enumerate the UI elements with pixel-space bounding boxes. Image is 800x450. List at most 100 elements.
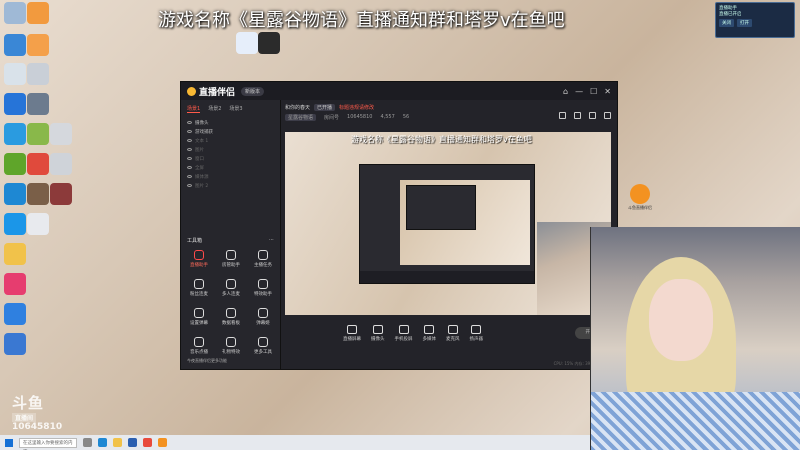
category-tag[interactable]: 星露谷物语 <box>285 114 317 121</box>
scene-tabs: 场景1 场景2 场景3 <box>181 100 280 118</box>
app-sidebar: 场景1 场景2 场景3 摄像头 游戏捕获 文本 1 图片 窗口 全屏 媒体源 图… <box>181 100 281 369</box>
stream-preview[interactable]: 游戏名称《星露谷物语》直播通知群和塔罗v在鱼吧 <box>285 132 611 315</box>
tool-item[interactable]: 更多工具 <box>247 337 279 362</box>
warning-text: 标题违规请修改 <box>339 105 375 111</box>
tab-scene-2[interactable]: 场景2 <box>208 105 221 113</box>
notification-close-button[interactable]: 关闭 <box>719 19 734 27</box>
app-icon[interactable] <box>143 438 152 447</box>
edge-icon[interactable] <box>4 183 26 205</box>
folder-icon[interactable] <box>4 243 26 265</box>
app-icon[interactable] <box>158 438 167 447</box>
douyu-assistant-icon[interactable] <box>630 184 650 204</box>
notification-open-button[interactable]: 打开 <box>737 19 752 27</box>
file-icon[interactable] <box>27 213 49 235</box>
media-button[interactable]: 多媒体 <box>423 324 436 342</box>
file-icon[interactable] <box>50 123 72 145</box>
tab-scene-1[interactable]: 场景1 <box>187 105 201 113</box>
more-icon[interactable]: ⋯ <box>269 237 274 244</box>
source-item[interactable]: 游戏捕获 <box>181 127 280 136</box>
version-badge[interactable]: 新版本 <box>241 86 265 96</box>
taskbar: 在这里输入你要搜索的内容 <box>0 435 590 450</box>
notification-toast[interactable]: 直播助手 直播已开启 关闭 打开 <box>715 2 795 38</box>
app-icon[interactable] <box>27 34 49 56</box>
eye-icon[interactable] <box>187 148 192 151</box>
source-item[interactable]: 媒体源 <box>181 172 280 181</box>
tool-icon <box>258 337 268 347</box>
phone-cast-button[interactable]: 手机投屏 <box>395 324 413 342</box>
file-icon[interactable] <box>27 183 49 205</box>
tool-item[interactable]: 粉丝连麦 <box>183 279 215 304</box>
source-item[interactable]: 文本 1 <box>181 136 280 145</box>
tool-item[interactable]: 设置弹幕 <box>183 308 215 333</box>
windows-start-icon[interactable] <box>5 438 13 447</box>
recycle-bin-icon[interactable] <box>4 2 26 24</box>
eye-icon[interactable] <box>187 139 192 142</box>
live-tag: 已开播 <box>314 104 336 111</box>
file-icon[interactable] <box>27 63 49 85</box>
maximize-button[interactable]: ☐ <box>590 87 597 96</box>
app-icon[interactable] <box>4 123 26 145</box>
app-icon[interactable] <box>4 303 26 325</box>
taskbar-search[interactable]: 在这里输入你要搜索的内容 <box>19 437 77 450</box>
eye-icon[interactable] <box>187 184 192 187</box>
home-icon[interactable]: ⌂ <box>563 87 568 96</box>
file-icon[interactable] <box>4 63 26 85</box>
app-icon[interactable] <box>258 32 280 54</box>
bottom-toolbar: 直播屏幕 摄像头 手机投屏 多媒体 麦克风 扬声器 <box>285 318 615 348</box>
share-icon[interactable] <box>604 112 611 119</box>
eye-icon[interactable] <box>187 157 192 160</box>
source-item[interactable]: 窗口 <box>181 154 280 163</box>
minimize-button[interactable]: — <box>575 87 583 96</box>
source-item[interactable]: 图片 2 <box>181 181 280 190</box>
tool-item[interactable]: 特效助手 <box>247 279 279 304</box>
tool-icon <box>194 250 204 260</box>
app-icon[interactable] <box>4 273 26 295</box>
eye-icon[interactable] <box>187 166 192 169</box>
eye-icon[interactable] <box>187 130 192 133</box>
file-icon[interactable] <box>50 153 72 175</box>
sidebar-footer[interactable]: 今夜直播伴侣更多功能 <box>187 358 227 364</box>
chat-icon[interactable] <box>589 112 596 119</box>
settings-icon[interactable] <box>574 112 581 119</box>
app-icon[interactable] <box>4 93 26 115</box>
tool-item[interactable]: 房管助手 <box>215 250 247 275</box>
tool-item[interactable]: 数据看板 <box>215 308 247 333</box>
task-view-icon[interactable] <box>83 438 92 447</box>
webcam-overlay <box>590 227 800 450</box>
app-icon[interactable] <box>4 333 26 355</box>
file-icon[interactable] <box>50 183 72 205</box>
watermark-room: 10645810 <box>12 422 63 432</box>
speaker-icon <box>471 324 482 334</box>
close-button[interactable]: ✕ <box>604 87 611 96</box>
tool-item[interactable]: 直播助手 <box>183 250 215 275</box>
speaker-button[interactable]: 扬声器 <box>470 324 483 342</box>
gift-icon[interactable] <box>559 112 566 119</box>
eye-icon[interactable] <box>187 121 192 124</box>
eye-icon[interactable] <box>187 175 192 178</box>
file-icon[interactable] <box>27 93 49 115</box>
tool-item[interactable]: 弹幕姬 <box>247 308 279 333</box>
folder-icon[interactable] <box>113 438 122 447</box>
stream-title[interactable]: 和你的春天 <box>285 104 310 111</box>
screen-share-button[interactable]: 直播屏幕 <box>343 324 361 342</box>
app-icon[interactable] <box>4 213 26 235</box>
app-icon[interactable] <box>27 123 49 145</box>
app-icon[interactable] <box>27 2 49 24</box>
nvidia-icon[interactable] <box>4 153 26 175</box>
source-item[interactable]: 全屏 <box>181 163 280 172</box>
source-list: 摄像头 游戏捕获 文本 1 图片 窗口 全屏 媒体源 图片 2 <box>181 118 280 190</box>
computer-icon[interactable] <box>4 34 26 56</box>
edge-icon[interactable] <box>98 438 107 447</box>
app-icon[interactable] <box>236 32 258 54</box>
microphone-button[interactable]: 麦克风 <box>446 324 460 342</box>
camera-button[interactable]: 摄像头 <box>371 324 385 342</box>
source-item[interactable]: 摄像头 <box>181 118 280 127</box>
tool-item[interactable]: 主播任务 <box>247 250 279 275</box>
tool-item[interactable]: 多人连麦 <box>215 279 247 304</box>
app-icon[interactable] <box>27 153 49 175</box>
source-item[interactable]: 图片 <box>181 145 280 154</box>
app-brand: 直播伴侣 <box>187 85 235 98</box>
douyu-assistant-label: 斗鱼直播伴侣 <box>628 205 652 210</box>
tab-scene-3[interactable]: 场景3 <box>229 105 242 113</box>
app-icon[interactable] <box>128 438 137 447</box>
